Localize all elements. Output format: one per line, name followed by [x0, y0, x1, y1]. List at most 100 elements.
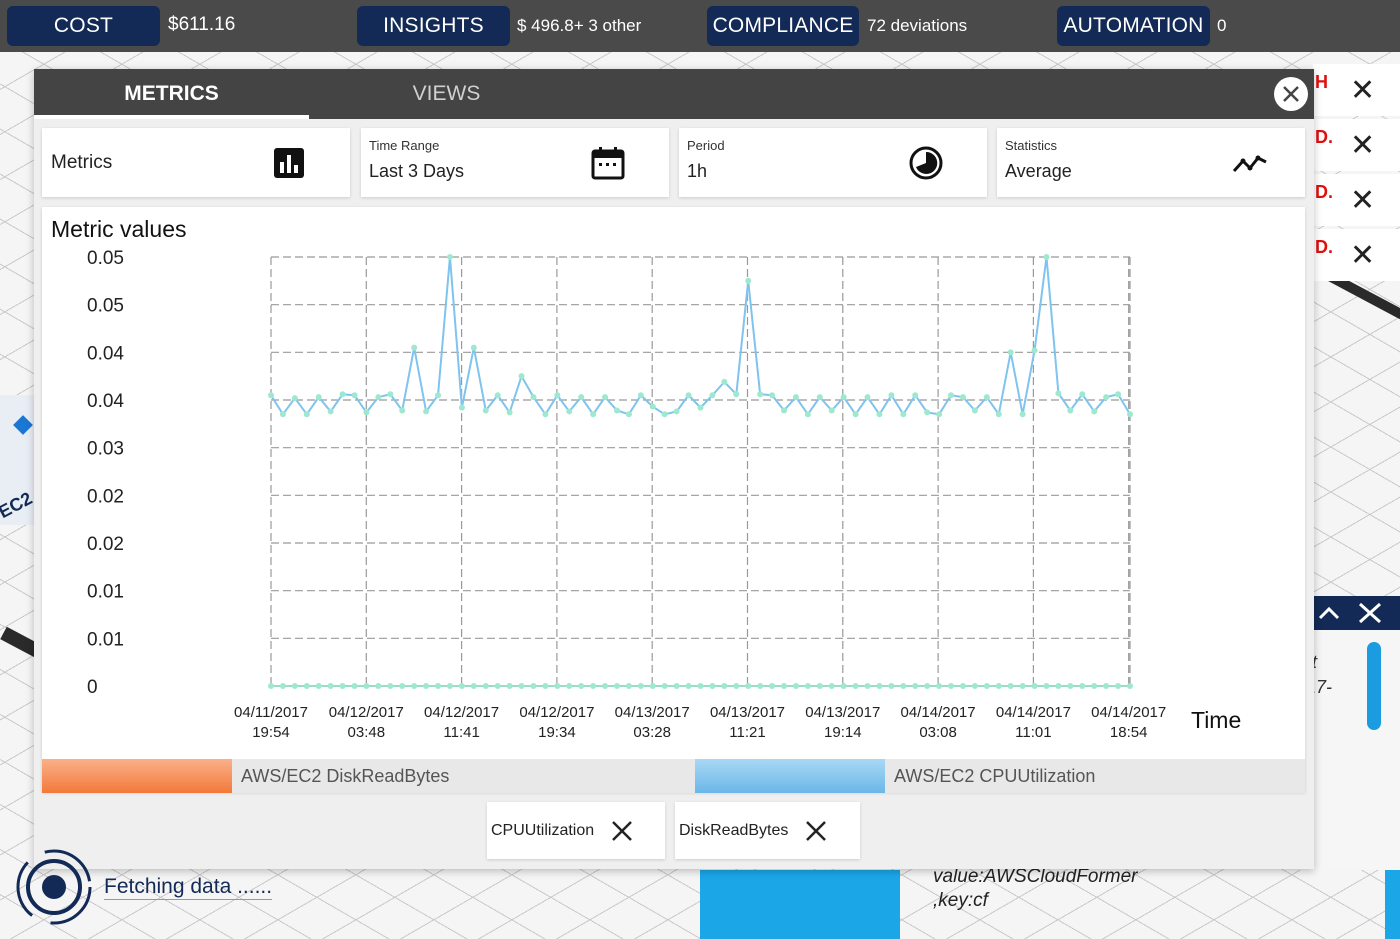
data-point	[864, 683, 871, 689]
close-icon[interactable]: ✕	[1350, 131, 1375, 161]
automation-button[interactable]: AUTOMATION	[1057, 6, 1210, 46]
data-point	[971, 407, 978, 414]
period-caption: Period	[687, 138, 725, 153]
data-point	[1031, 347, 1038, 354]
data-point	[506, 409, 513, 416]
compliance-button[interactable]: COMPLIANCE	[707, 6, 859, 46]
data-point	[852, 683, 859, 689]
data-point	[876, 411, 883, 418]
metric-chip-diskreadbytes[interactable]: DiskReadBytes	[675, 802, 860, 859]
data-point	[936, 411, 943, 418]
data-point	[1043, 254, 1050, 260]
data-point	[983, 683, 990, 689]
series-line	[270, 256, 1131, 417]
y-tick-label: 0.05	[87, 296, 124, 317]
cost-button[interactable]: COST	[7, 6, 160, 46]
close-icon[interactable]	[1357, 601, 1383, 625]
data-point	[1019, 683, 1026, 689]
data-point	[387, 391, 394, 398]
data-point	[327, 408, 334, 415]
chip-label: CPUUtilization	[491, 821, 595, 839]
x-tick-label: 11:01	[1015, 724, 1051, 741]
data-point	[268, 683, 274, 689]
data-point	[948, 683, 955, 689]
data-point	[291, 395, 298, 402]
background-blue-block	[700, 870, 900, 939]
data-point	[458, 683, 465, 689]
data-point	[315, 683, 322, 689]
x-tick-label: 04/14/2017	[901, 704, 976, 721]
data-point	[613, 407, 620, 414]
close-icon[interactable]	[804, 819, 828, 843]
data-point	[542, 683, 549, 689]
data-point	[1127, 411, 1133, 418]
chip-label: DiskReadBytes	[679, 821, 789, 839]
data-point	[351, 392, 358, 399]
data-point	[685, 392, 692, 399]
x-tick-label: 19:34	[538, 724, 576, 741]
y-tick-label: 0.05	[87, 248, 124, 269]
chevron-up-icon[interactable]	[1317, 604, 1341, 622]
calendar-icon	[591, 147, 625, 180]
data-point	[733, 391, 740, 398]
data-point	[625, 683, 632, 689]
data-point	[781, 407, 788, 414]
chart-panel: Metric values 0.05 0.05 0.04 0.04 0.03 0.02 0.0…	[42, 207, 1305, 792]
data-point	[590, 683, 597, 689]
data-point	[995, 683, 1002, 689]
cost-value: $611.16	[168, 14, 236, 35]
dialog-close-button[interactable]	[1274, 77, 1308, 111]
data-point	[303, 411, 310, 418]
data-point	[852, 411, 859, 418]
data-point	[435, 392, 442, 399]
data-point	[315, 394, 322, 401]
data-point	[900, 411, 907, 418]
automation-label: AUTOMATION	[1063, 14, 1204, 37]
x-tick-label: 03:48	[348, 724, 386, 741]
data-point	[1079, 391, 1086, 398]
data-point	[745, 277, 752, 284]
data-point	[864, 394, 871, 401]
tab-metrics[interactable]: METRICS	[34, 69, 309, 119]
bar-chart-icon	[274, 148, 304, 178]
x-tick-label: 04/11/2017	[234, 704, 308, 721]
insights-button[interactable]: INSIGHTS	[357, 6, 510, 46]
data-point	[470, 683, 477, 689]
data-point	[912, 683, 919, 689]
data-point	[1007, 349, 1014, 356]
legend-swatch-cpuutilization	[695, 759, 885, 793]
data-point	[840, 394, 847, 401]
data-point	[482, 407, 489, 414]
x-tick-label: 03:28	[633, 724, 671, 741]
data-point	[983, 394, 990, 401]
metrics-selector[interactable]: Metrics	[42, 128, 350, 197]
period-selector[interactable]: Period 1h	[679, 128, 987, 197]
data-point	[769, 392, 776, 399]
data-point	[840, 683, 847, 689]
x-tick-label: 04/14/2017	[1091, 704, 1166, 721]
y-tick-label: 0.02	[87, 486, 124, 507]
statistics-selector[interactable]: Statistics Average	[997, 128, 1305, 197]
close-icon[interactable]: ✕	[1350, 76, 1375, 106]
data-point	[566, 683, 573, 689]
data-point	[602, 394, 609, 401]
metric-chip-cpuutilization[interactable]: CPUUtilization	[487, 802, 665, 859]
tab-views[interactable]: VIEWS	[309, 69, 584, 119]
time-range-selector[interactable]: Time Range Last 3 Days	[361, 128, 669, 197]
data-point	[1031, 683, 1038, 689]
data-point	[518, 373, 525, 380]
active-tab-indicator	[34, 115, 309, 119]
side-panel-scrollbar[interactable]	[1367, 642, 1381, 730]
data-point	[446, 254, 453, 260]
data-point	[673, 408, 680, 415]
data-point	[339, 391, 346, 398]
data-point	[661, 683, 668, 689]
data-point	[423, 683, 430, 689]
x-tick-label: 04/13/2017	[805, 704, 880, 721]
close-icon[interactable]	[610, 819, 634, 843]
data-point	[291, 683, 298, 689]
data-point	[625, 411, 632, 418]
close-icon[interactable]: ✕	[1350, 186, 1375, 216]
close-icon[interactable]: ✕	[1350, 241, 1375, 271]
data-point	[804, 411, 811, 418]
